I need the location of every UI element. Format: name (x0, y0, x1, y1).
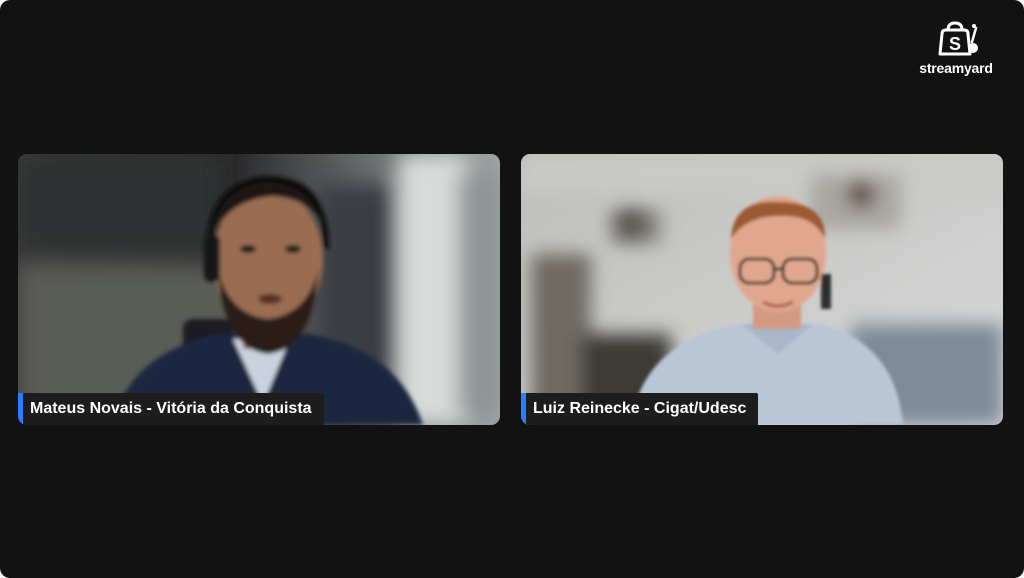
participant-name: Mateus Novais - Vitória da Conquista (30, 400, 312, 417)
participant-name: Luiz Reinecke - Cigat/Udesc (533, 400, 747, 417)
name-tag-accent (18, 393, 23, 425)
participant-name-tag: Mateus Novais - Vitória da Conquista (18, 393, 324, 425)
brand-name: streamyard (919, 60, 993, 76)
svg-text:S: S (949, 34, 961, 54)
participant-video (521, 154, 1003, 425)
streamyard-logo-icon: S (938, 21, 978, 56)
participant-tile-left[interactable]: Mateus Novais - Vitória da Conquista (18, 154, 500, 425)
broadcast-stage: S streamyard Mateus Novais - Vitória da … (0, 0, 1024, 578)
name-tag-accent (521, 393, 526, 425)
participant-tile-right[interactable]: Luiz Reinecke - Cigat/Udesc (521, 154, 1003, 425)
streamyard-branding: S streamyard (908, 20, 1004, 76)
participant-video (18, 154, 500, 425)
participant-name-tag: Luiz Reinecke - Cigat/Udesc (521, 393, 759, 425)
